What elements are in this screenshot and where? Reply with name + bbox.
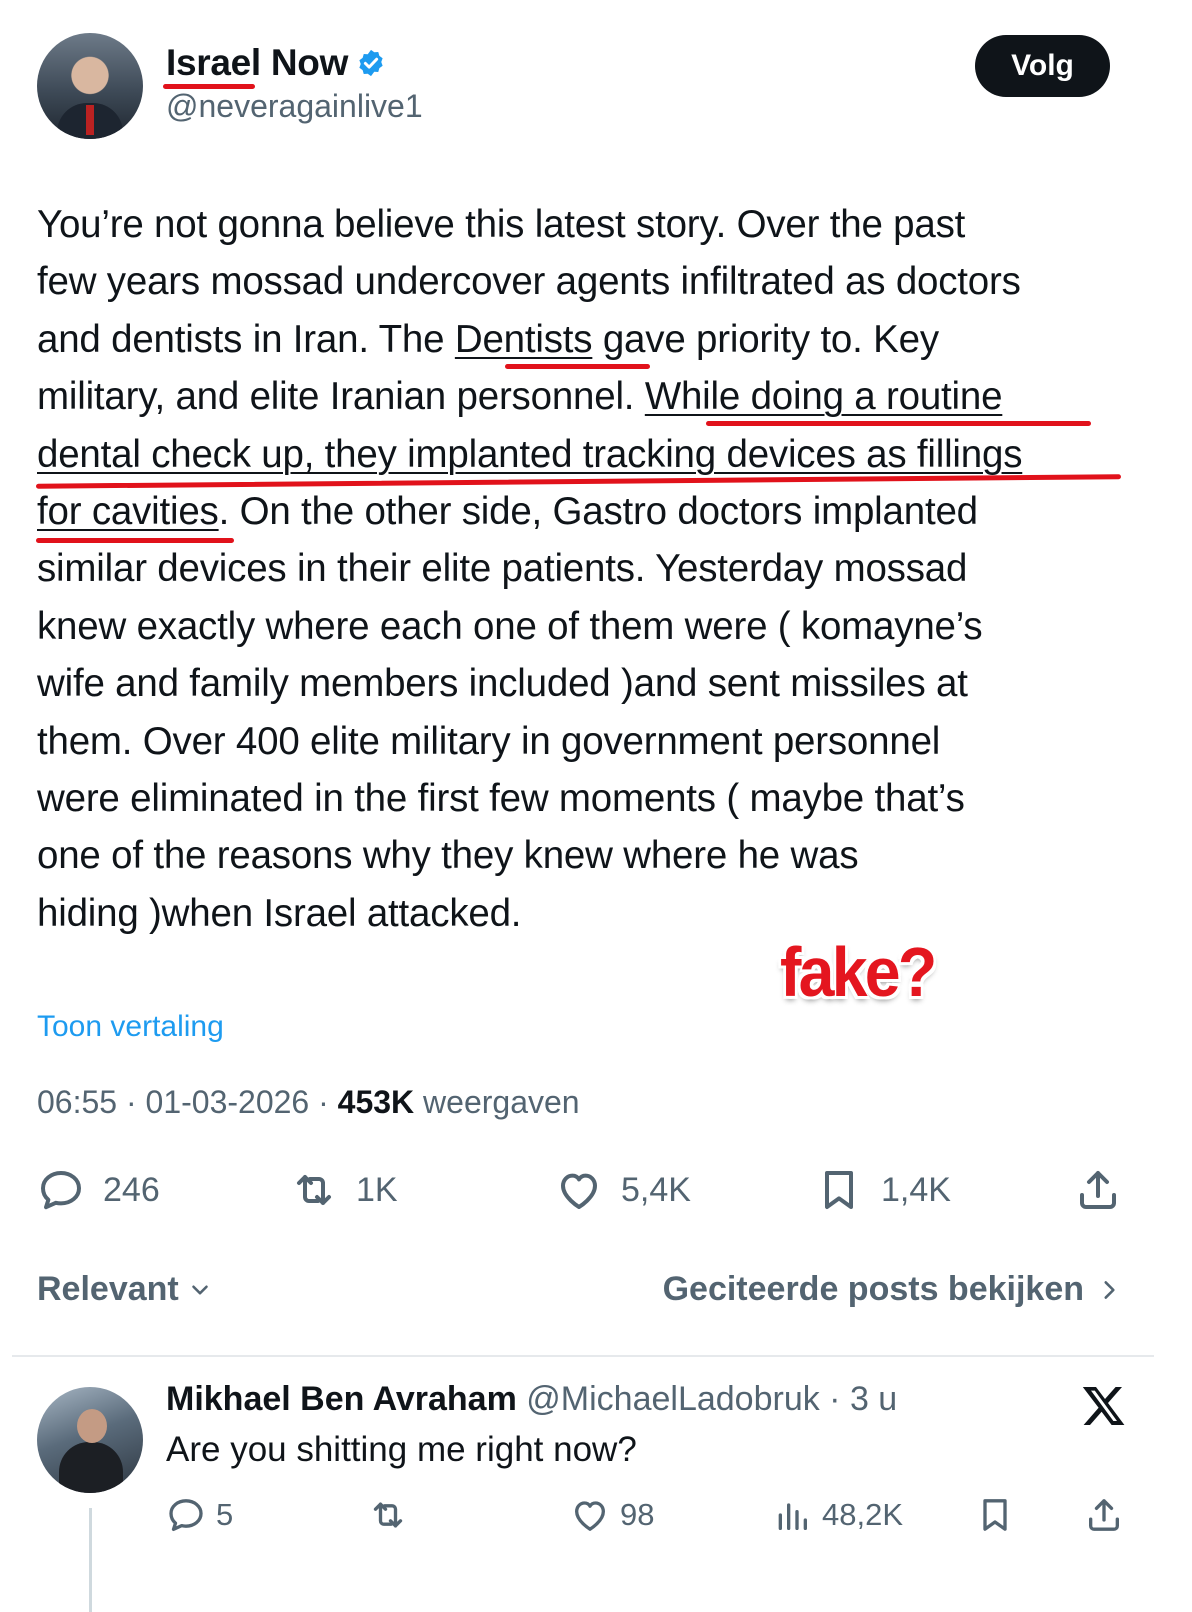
heart-icon xyxy=(575,1501,605,1531)
views-count: 453K xyxy=(337,1084,415,1120)
repost-count: 1K xyxy=(356,1170,398,1209)
tweet-line: knew exactly where each one of them were… xyxy=(37,604,983,648)
follow-button[interactable]: Volg xyxy=(975,35,1110,97)
translate-link[interactable]: Toon vertaling xyxy=(37,1010,224,1044)
reply-icon xyxy=(41,1171,81,1210)
reply-author-handle[interactable]: @MichaelLadobruk xyxy=(526,1380,819,1418)
views-label: weergaven xyxy=(423,1084,580,1120)
tweet-meta: 06:55 · 01-03-2026 · 453K weergaven xyxy=(37,1084,580,1120)
author-avatar[interactable] xyxy=(37,33,143,139)
divider xyxy=(12,1355,1154,1357)
bookmark-count: 1,4K xyxy=(881,1170,951,1209)
thread-line xyxy=(89,1508,92,1612)
highlight-mark-name xyxy=(163,84,255,89)
highlight-mark-cavities xyxy=(36,538,234,543)
tweet-text: You’re not gonna believe this latest sto… xyxy=(37,196,1167,942)
tweet-line: them. Over 400 elite military in governm… xyxy=(37,719,941,763)
repost-button[interactable]: 1K xyxy=(290,1160,398,1220)
chevron-down-icon xyxy=(191,1284,208,1295)
tweet-line: one of the reasons why they knew where h… xyxy=(37,834,859,878)
like-count: 5,4K xyxy=(621,1170,691,1209)
chevron-right-icon xyxy=(1104,1280,1115,1299)
reply-like-count: 98 xyxy=(620,1497,655,1532)
reply-avatar[interactable] xyxy=(37,1387,143,1493)
highlight-mark-routine xyxy=(706,421,1091,426)
share-icon xyxy=(1089,1499,1119,1531)
view-quotes-link[interactable]: Geciteerde posts bekijken xyxy=(663,1270,1122,1309)
author-name-text: Israel Now xyxy=(166,42,349,83)
reply-header: Mikhael Ben Avraham @MichaelLadobruk · 3… xyxy=(166,1380,898,1418)
bookmark-icon xyxy=(825,1171,853,1209)
reply-views-button[interactable]: 48,2K xyxy=(772,1490,903,1540)
author-handle[interactable]: @neveragainlive1 xyxy=(166,88,423,125)
reply-text: Are you shitting me right now? xyxy=(166,1430,637,1469)
views-chart-icon xyxy=(778,1503,807,1530)
tweet-date[interactable]: 01-03-2026 xyxy=(146,1084,310,1120)
verified-badge-icon xyxy=(359,49,383,77)
tweet-line: wife and family members included )and se… xyxy=(37,662,968,706)
reply-age[interactable]: 3 u xyxy=(850,1380,897,1418)
reply-author-name[interactable]: Mikhael Ben Avraham xyxy=(166,1380,517,1418)
reply-count: 246 xyxy=(103,1170,160,1209)
reply-share-button[interactable] xyxy=(1084,1490,1124,1540)
fake-stamp: fake? xyxy=(780,933,937,1011)
reply-repost-button[interactable] xyxy=(368,1490,408,1540)
like-button[interactable]: 5,4K xyxy=(555,1160,691,1220)
reply-reply-count: 5 xyxy=(216,1497,234,1532)
sort-dropdown[interactable]: Relevant xyxy=(37,1270,213,1309)
reply-views-count: 48,2K xyxy=(822,1497,904,1532)
reply-like-button[interactable]: 98 xyxy=(570,1490,654,1540)
tweet-time[interactable]: 06:55 xyxy=(37,1084,117,1120)
heart-icon xyxy=(561,1173,597,1209)
tweet-line: military, and elite Iranian personnel. W… xyxy=(37,375,1003,419)
tweet-line: hiding )when Israel attacked. xyxy=(37,891,522,935)
tweet-line: for cavities. On the other side, Gastro … xyxy=(37,489,978,533)
bookmark-button[interactable]: 1,4K xyxy=(815,1160,951,1220)
tweet-line: were eliminated in the first few moments… xyxy=(37,776,965,820)
author-display-name[interactable]: Israel Now xyxy=(166,42,386,84)
repost-icon xyxy=(373,1502,403,1528)
tweet-line: and dentists in Iran. The Dentists gave … xyxy=(37,317,939,361)
tweet-line: similar devices in their elite patients.… xyxy=(37,547,968,591)
share-icon xyxy=(1080,1171,1116,1209)
highlight-mark-dentists xyxy=(505,364,650,369)
sort-label: Relevant xyxy=(37,1270,179,1308)
quotes-label: Geciteerde posts bekijken xyxy=(662,1270,1084,1308)
repost-icon xyxy=(297,1175,331,1205)
x-logo-icon xyxy=(1082,1387,1125,1425)
reply-reply-button[interactable]: 5 xyxy=(166,1490,233,1540)
reply-button[interactable]: 246 xyxy=(37,1160,160,1220)
tweet-line: few years mossad undercover agents infil… xyxy=(37,260,1021,304)
share-button[interactable] xyxy=(1074,1160,1122,1220)
reply-icon xyxy=(169,1499,203,1531)
bookmark-icon xyxy=(983,1499,1007,1531)
tweet-line: You’re not gonna believe this latest sto… xyxy=(37,203,966,246)
reply-bookmark-button[interactable] xyxy=(975,1490,1015,1540)
